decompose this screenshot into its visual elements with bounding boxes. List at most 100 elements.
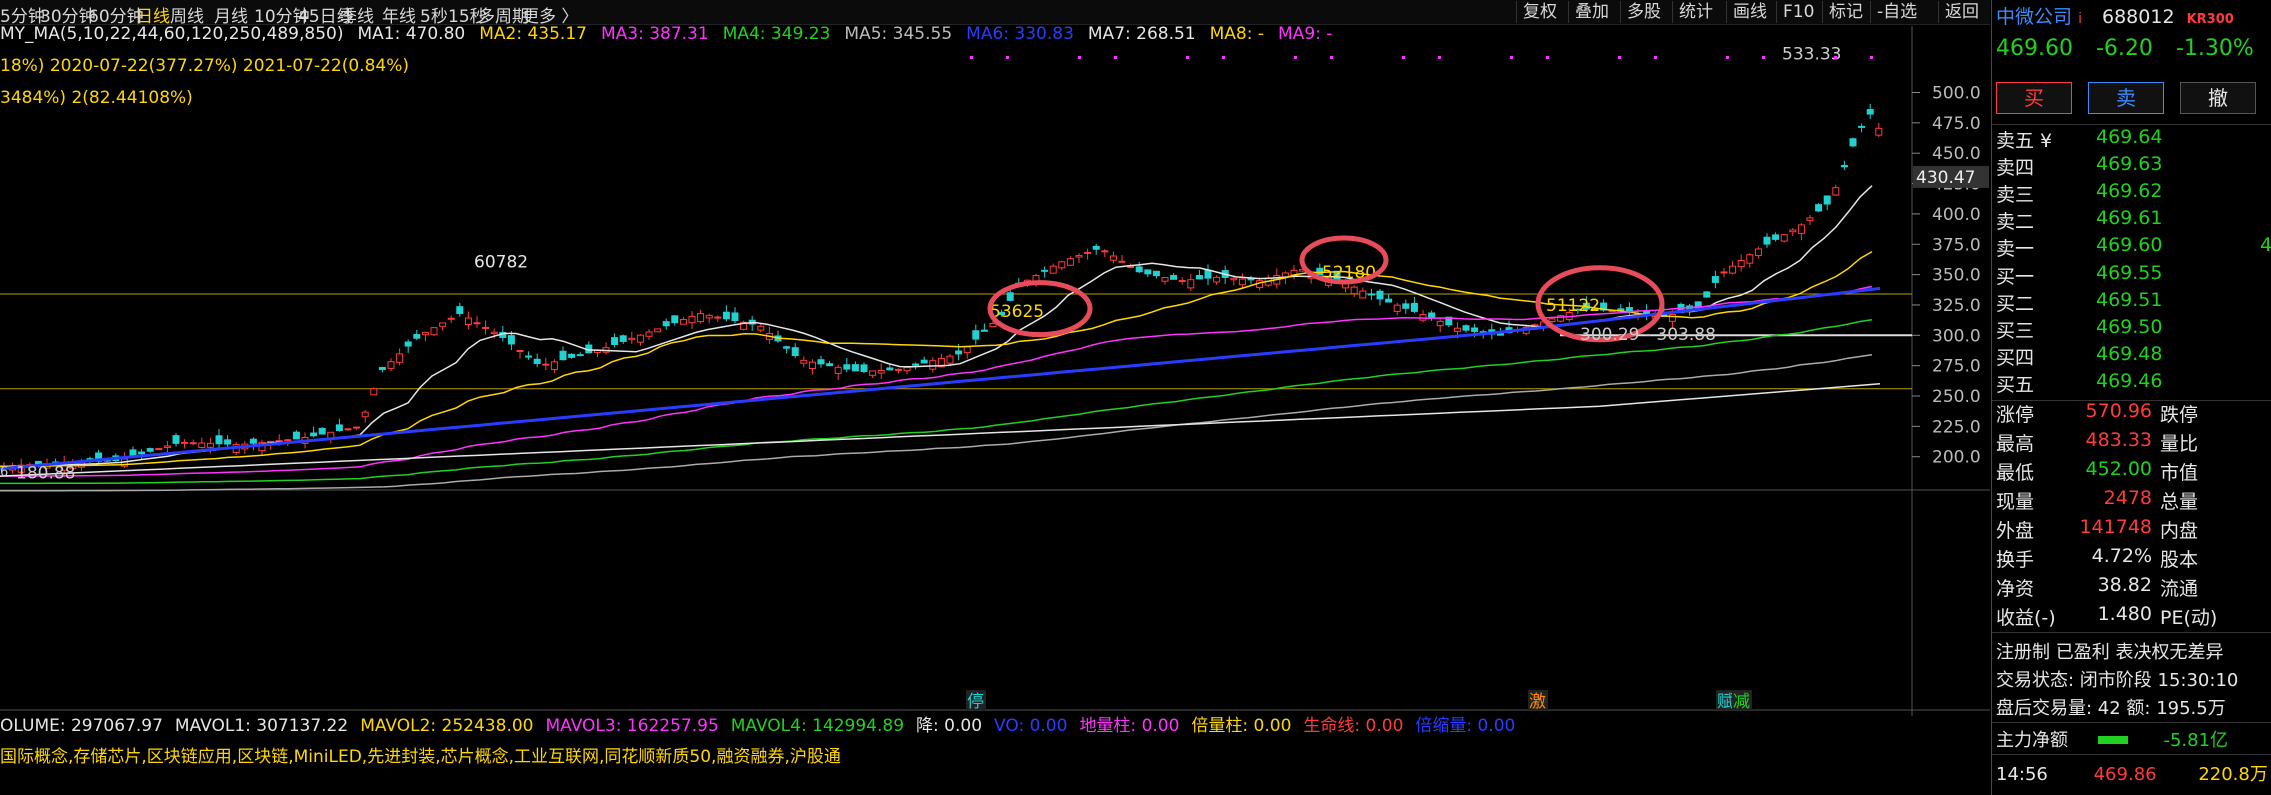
candle-body	[808, 361, 816, 369]
volume-legend-item: OLUME: 297067.97	[0, 716, 163, 736]
cancel-button[interactable]: 撤	[2180, 82, 2256, 114]
candle-body	[370, 388, 378, 396]
toolbar-button[interactable]: 统计	[1672, 1, 1719, 23]
toolbar-button[interactable]: 复权	[1516, 1, 1563, 23]
stat-label-2: 流通	[2160, 578, 2199, 600]
stat-value: 1.480	[2097, 603, 2152, 625]
volume-legend-item: 降: 0.00	[916, 716, 983, 736]
candle-body	[1376, 290, 1384, 300]
candle-body	[1849, 138, 1857, 147]
candle-body	[146, 448, 154, 452]
volume-legend: OLUME: 297067.97 MAVOL1: 307137.22 MAVOL2:…	[0, 711, 1527, 736]
ask-price[interactable]: 469.64	[2096, 126, 2162, 148]
event-marker: 赋	[1717, 692, 1734, 712]
stat-label: 最高	[1996, 433, 2035, 455]
y-tick-label: 250.0	[1932, 387, 1981, 407]
stat-label: 收益(-)	[1996, 607, 2056, 629]
candle-body	[1109, 255, 1117, 261]
ask-label: 卖三	[1996, 184, 2035, 206]
candle-body	[791, 347, 799, 357]
candle-body	[826, 363, 834, 367]
ask-price[interactable]: 469.62	[2096, 180, 2162, 202]
candle-body	[1178, 279, 1186, 282]
candle-body	[1204, 269, 1212, 279]
candle-body	[1668, 313, 1676, 322]
candle-body	[1402, 303, 1410, 309]
volume-legend-item: 倍缩量: 0.00	[1415, 716, 1516, 736]
toolbar-button[interactable]: 标记	[1822, 1, 1869, 23]
ask-price[interactable]: 469.60	[2096, 234, 2162, 256]
candle-body	[1703, 291, 1711, 298]
candle-body	[705, 314, 713, 319]
y-tick-label: 475.0	[1932, 114, 1981, 134]
divider	[1992, 632, 2271, 633]
candle-body	[1858, 125, 1866, 128]
candle-body	[963, 346, 971, 354]
high-label: 533.33	[1782, 45, 1841, 65]
price-chart[interactable]: 500.0475.0450.0425.0400.0375.0350.0325.0…	[0, 26, 1990, 716]
stat-label-2: 股本	[2160, 549, 2199, 571]
candle-body	[980, 329, 988, 332]
bid-price[interactable]: 469.55	[2096, 262, 2162, 284]
signal-marker	[1114, 56, 1117, 59]
toolbar-button[interactable]: 返回	[1938, 1, 1985, 23]
candle-body	[1436, 320, 1444, 327]
stat-value: 4.72%	[2091, 545, 2152, 567]
stat-label-2: 市值	[2160, 462, 2199, 484]
candle-body	[1230, 277, 1238, 281]
candle-body	[559, 350, 567, 361]
bid-label: 买三	[1996, 320, 2035, 342]
price-line: 469.60 -6.20 -1.30%	[1996, 36, 2254, 61]
buy-button[interactable]: 买	[1996, 82, 2072, 114]
stat-value: 570.96	[2085, 400, 2152, 422]
candle-body	[439, 322, 447, 327]
candle-body	[568, 353, 576, 358]
volume-legend-item: 生命线: 0.00	[1303, 716, 1404, 736]
bid-price[interactable]: 469.50	[2096, 316, 2162, 338]
signal-marker	[1222, 56, 1225, 59]
annotation-volume: 53625	[990, 302, 1044, 322]
toolbar-button[interactable]: 多股	[1620, 1, 1667, 23]
candle-body	[525, 355, 533, 358]
candle-body	[886, 367, 894, 371]
bid-price[interactable]: 469.46	[2096, 370, 2162, 392]
toolbar-button[interactable]: 叠加	[1568, 1, 1615, 23]
candle-body	[1084, 251, 1092, 254]
signal-marker	[1618, 56, 1621, 59]
signal-marker	[1870, 56, 1873, 59]
candle-body	[1041, 269, 1049, 272]
listing-notes: 注册制 已盈利 表决权无差异	[1996, 642, 2224, 663]
stock-flag: i	[2078, 11, 2082, 27]
candle-body	[722, 311, 730, 320]
toolbar-button[interactable]: -自选	[1870, 1, 1923, 23]
candle-body	[163, 445, 171, 448]
y-tick-label: 450.0	[1932, 144, 1981, 164]
candle-body	[894, 368, 902, 371]
candle-body	[387, 361, 395, 369]
bid-label: 买一	[1996, 266, 2035, 288]
sell-button[interactable]: 卖	[2088, 82, 2164, 114]
toolbar-button[interactable]: F10	[1776, 1, 1820, 23]
tick-price: 469.86	[2093, 764, 2157, 785]
ask-label: 卖一	[1996, 238, 2035, 260]
stock-name[interactable]: 中微公司	[1996, 6, 2072, 28]
signal-marker	[1654, 56, 1657, 59]
signal-marker	[1438, 56, 1441, 59]
stat-label: 最低	[1996, 462, 2035, 484]
candle-body	[843, 364, 851, 370]
candle-body	[224, 439, 232, 445]
toolbar-button[interactable]: 画线	[1726, 1, 1773, 23]
candle-body	[955, 350, 963, 355]
ask-price[interactable]: 469.63	[2096, 153, 2162, 175]
candle-body	[1152, 270, 1160, 277]
divider	[1992, 722, 2271, 723]
stock-code: 688012	[2102, 6, 2175, 28]
bid-price[interactable]: 469.51	[2096, 289, 2162, 311]
netflow-value: -5.81亿	[2163, 730, 2229, 751]
candle-body	[1135, 266, 1143, 273]
candle-body	[1385, 298, 1393, 303]
bid-price[interactable]: 469.48	[2096, 343, 2162, 365]
stat-label: 现量	[1996, 491, 2035, 513]
ask-price[interactable]: 469.61	[2096, 207, 2162, 229]
stat-label-2: 量比	[2160, 433, 2199, 455]
